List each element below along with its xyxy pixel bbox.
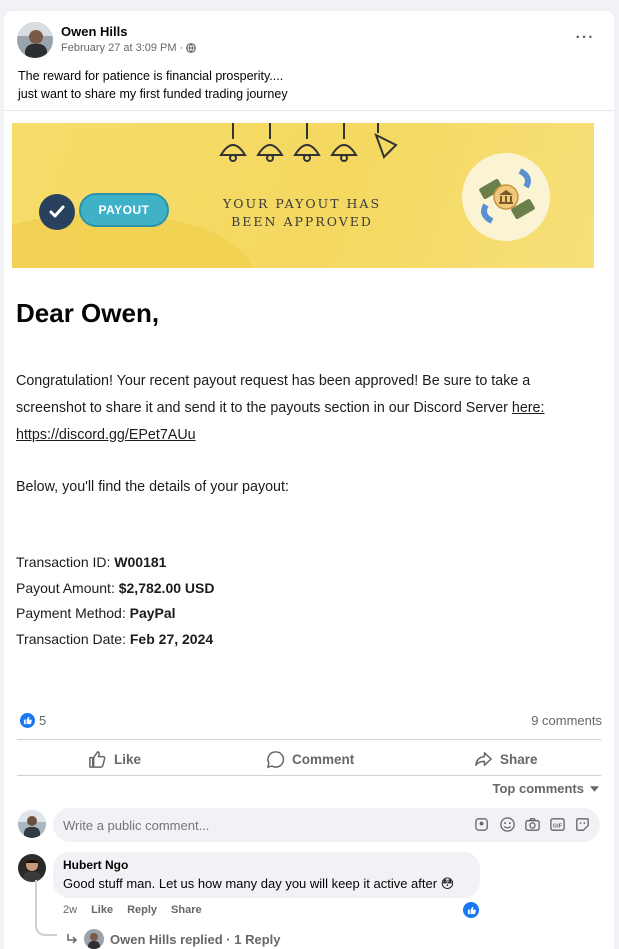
- comment-text: Good stuff man. Let us how many day you …: [63, 876, 455, 891]
- detail-row: Payment Method: PayPal: [16, 601, 214, 627]
- payout-details: Transaction ID: W00181 Payout Amount: $2…: [16, 550, 214, 652]
- camera-icon[interactable]: [524, 816, 541, 833]
- post-text-line: The reward for patience is financial pro…: [18, 69, 284, 83]
- share-label: Share: [500, 751, 538, 767]
- like-label: Like: [114, 751, 142, 767]
- author-avatar[interactable]: [17, 22, 53, 58]
- thumbs-up-icon: [89, 750, 106, 768]
- detail-row: Transaction ID: W00181: [16, 550, 214, 576]
- current-user-avatar[interactable]: [18, 810, 46, 838]
- post-author[interactable]: Owen Hills: [61, 24, 127, 39]
- like-button[interactable]: Like: [88, 748, 141, 770]
- email-greeting: Dear Owen,: [16, 298, 160, 328]
- divider: [17, 739, 601, 740]
- comments-count[interactable]: 9 comments: [531, 713, 602, 728]
- comment-icon: [266, 750, 285, 768]
- comment-reply-button[interactable]: Reply: [127, 904, 157, 916]
- comment-like-icon[interactable]: [463, 902, 479, 918]
- comment-author[interactable]: Hubert Ngo: [63, 858, 128, 872]
- comment-like-button[interactable]: Like: [91, 904, 113, 916]
- payout-pill: PAYOUT: [79, 193, 169, 227]
- share-button[interactable]: Share: [474, 748, 538, 770]
- share-icon: [475, 751, 492, 766]
- lamps-decoration: [219, 123, 398, 162]
- top-comments-label: Top comments: [492, 781, 585, 796]
- replied-text: Owen Hills replied · 1 Reply: [110, 931, 281, 947]
- composer-icons: GIF: [474, 816, 591, 833]
- comment-button[interactable]: Comment: [266, 748, 354, 770]
- payout-banner: PAYOUT YOUR PAYOUT HAS BEEN APPROVED: [12, 123, 594, 268]
- top-comments-dropdown[interactable]: Top comments: [492, 781, 599, 796]
- like-reaction-icon[interactable]: [20, 713, 35, 728]
- emoji-icon[interactable]: [499, 816, 516, 833]
- like-count[interactable]: 5: [39, 713, 46, 728]
- post-meta: February 27 at 3:09 PM ·: [61, 42, 197, 54]
- comment-share-button[interactable]: Share: [171, 904, 202, 916]
- email-line: screenshot to share it and send it to th…: [16, 395, 606, 422]
- approved-line: BEEN APPROVED: [231, 214, 373, 229]
- comment-label: Comment: [292, 751, 355, 767]
- reply-avatar: [84, 929, 104, 949]
- approved-line: YOUR PAYOUT HAS: [222, 196, 382, 211]
- sticker-icon[interactable]: [574, 816, 591, 833]
- detail-value: Feb 27, 2024: [129, 630, 214, 647]
- email-paragraph-1: Congratulation! Your recent payout reque…: [16, 368, 606, 449]
- detail-label: Transaction ID:: [16, 554, 115, 570]
- detail-row: Payout Amount: $2,782.00 USD: [16, 576, 214, 602]
- reply-arrow-icon: [67, 934, 78, 944]
- post-text: The reward for patience is financial pro…: [18, 67, 288, 103]
- detail-row: Transaction Date: Feb 27, 2024: [16, 627, 214, 653]
- detail-label: Payment Method:: [16, 605, 130, 621]
- email-paragraph-2: Below, you'll find the details of your p…: [16, 479, 289, 495]
- detail-value: PayPal: [129, 605, 176, 621]
- email-line-text: screenshot to share it and send it to th…: [16, 400, 512, 416]
- divider: [17, 775, 601, 776]
- detail-value: $2,782.00 USD: [118, 579, 215, 596]
- commenter-avatar[interactable]: [18, 854, 46, 882]
- gif-icon[interactable]: GIF: [549, 816, 566, 833]
- avatar-sticker-icon[interactable]: [474, 816, 491, 833]
- caret-down-icon: [590, 785, 599, 792]
- post-image[interactable]: PAYOUT YOUR PAYOUT HAS BEEN APPROVED Dea…: [4, 110, 614, 702]
- post-timestamp[interactable]: February 27 at 3:09 PM ·: [61, 42, 183, 54]
- svg-text:GIF: GIF: [553, 823, 563, 829]
- comment-actions: 2w Like Reply Share: [63, 904, 202, 916]
- globe-icon: [186, 43, 197, 53]
- email-line: Congratulation! Your recent payout reque…: [16, 373, 531, 389]
- bank-money-icon: [462, 153, 550, 241]
- detail-label: Payout Amount:: [16, 579, 119, 596]
- check-icon: [39, 194, 75, 230]
- here-link: here:: [511, 400, 545, 416]
- payout-approved-text: YOUR PAYOUT HAS BEEN APPROVED: [212, 195, 392, 231]
- detail-value: W00181: [114, 554, 167, 570]
- discord-link: https://discord.gg/EPet7AUu: [16, 427, 196, 443]
- post-text-line: just want to share my first funded tradi…: [18, 87, 288, 101]
- more-options-button[interactable]: ···: [572, 28, 598, 48]
- detail-label: Transaction Date:: [16, 630, 130, 647]
- view-replies-link[interactable]: Owen Hills replied · 1 Reply: [66, 929, 281, 949]
- comment-age[interactable]: 2w: [63, 904, 77, 916]
